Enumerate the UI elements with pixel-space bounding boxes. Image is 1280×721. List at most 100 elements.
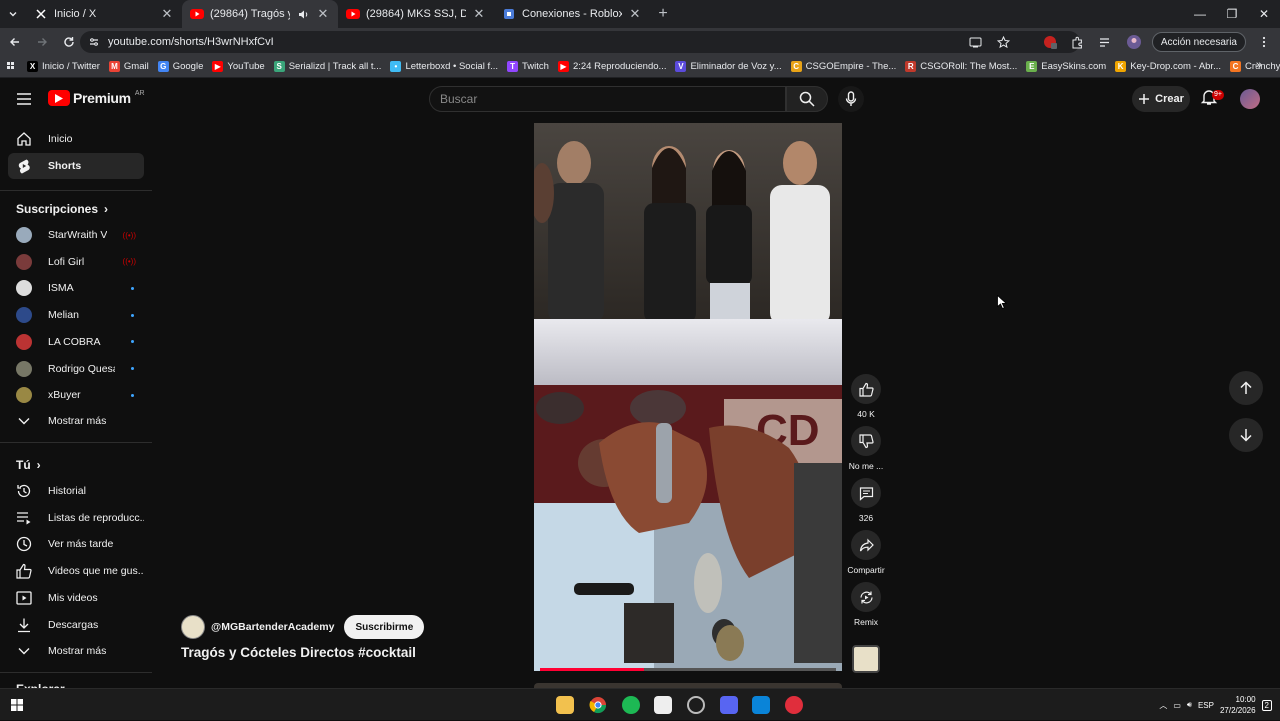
bookmark-item[interactable]: G Google (157, 61, 203, 72)
file-explorer-icon[interactable] (556, 696, 574, 714)
you-show-more[interactable]: Mostrar más (8, 638, 144, 664)
close-icon[interactable]: ✕ (316, 6, 330, 21)
previous-short-button[interactable] (1229, 371, 1263, 405)
media-control-icon[interactable] (1096, 32, 1116, 52)
sidebar-item-download[interactable]: Descargas (8, 612, 144, 638)
extension-adblock-icon[interactable] (1040, 32, 1060, 52)
sidebar-item-clock[interactable]: Ver más tarde (8, 531, 144, 557)
bookmark-favicon-icon: X (27, 61, 38, 72)
next-short-button[interactable] (1229, 418, 1263, 452)
short-video-player[interactable]: CD (534, 123, 842, 671)
youtube-premium-logo[interactable]: Premium AR (48, 90, 145, 106)
close-icon[interactable]: ✕ (472, 6, 486, 21)
action-needed-button[interactable]: Acción necesaria (1151, 32, 1246, 52)
subscription-item[interactable]: LA COBRA (8, 329, 144, 355)
search-button[interactable] (786, 86, 828, 112)
tray-overflow-icon[interactable]: ︿ (1159, 700, 1167, 711)
app-icon[interactable] (785, 696, 803, 714)
steam-icon[interactable] (687, 696, 705, 714)
tab-search-dropdown[interactable] (0, 0, 26, 28)
share-button[interactable]: Compartir (846, 530, 886, 575)
chrome-icon[interactable] (589, 696, 607, 714)
channel-name[interactable]: @MGBartenderAcademy (211, 621, 334, 633)
tab-roblox[interactable]: Conexiones - Roblox ✕ (494, 0, 650, 28)
subscription-item[interactable]: Lofi Girl ((•)) (8, 249, 144, 275)
menu-hamburger-icon[interactable] (14, 89, 34, 109)
bookmark-item[interactable]: K Key-Drop.com - Abr... (1115, 61, 1221, 72)
comments-button[interactable]: 326 (846, 478, 886, 523)
video-title[interactable]: Tragós y Cócteles Directos #cocktail (181, 645, 416, 660)
speaker-icon[interactable] (296, 7, 310, 21)
forward-icon[interactable] (30, 30, 54, 54)
remix-button[interactable]: Remix (846, 582, 886, 627)
subscription-item[interactable]: StarWraith Varie... ((•)) (8, 222, 144, 248)
back-icon[interactable] (3, 30, 27, 54)
store-icon[interactable] (752, 696, 770, 714)
subs-show-more[interactable]: Mostrar más (8, 408, 144, 434)
apps-grid-icon[interactable] (6, 61, 18, 73)
close-icon[interactable]: ✕ (628, 6, 642, 21)
bookmark-item[interactable]: ▶ 2:24 Reproduciendo... (557, 61, 666, 72)
tab-twitter[interactable]: Inicio / X ✕ (26, 0, 182, 28)
video-progress-bar[interactable] (540, 668, 836, 671)
subscriptions-header[interactable]: Suscripciones › (16, 202, 108, 216)
subscription-item[interactable]: ISMA (8, 275, 144, 301)
like-button[interactable]: 40 K (846, 374, 886, 419)
restore-icon[interactable]: ❐ (1216, 0, 1248, 28)
tab-youtube-short[interactable]: (29864) Tragós y Cócteles D ✕ (182, 0, 338, 28)
bookmark-item[interactable]: • Letterboxd • Social f... (390, 61, 498, 72)
discord-icon[interactable] (720, 696, 738, 714)
notification-center-icon[interactable]: 2 (1261, 699, 1272, 711)
tab-youtube-music[interactable]: (29864) MKS SSJ, DUKI - TU SIL ✕ (338, 0, 494, 28)
spotify-icon[interactable] (622, 696, 640, 714)
bookmark-label: Twitch (522, 61, 549, 72)
bookmark-item[interactable]: C CSGOEmpire - The... (790, 61, 896, 72)
bookmark-item[interactable]: ▶ YouTube (212, 61, 265, 72)
cast-icon[interactable] (966, 32, 986, 52)
network-icon[interactable]: ▭ (1173, 701, 1181, 710)
channel-avatar[interactable] (181, 615, 205, 639)
search-input[interactable]: Buscar (429, 86, 786, 112)
voice-search-button[interactable] (838, 86, 864, 112)
subscription-item[interactable]: Melian (8, 302, 144, 328)
browser-menu-icon[interactable] (1254, 32, 1274, 52)
sidebar-item-playlist[interactable]: Listas de reproducc... (8, 505, 144, 531)
site-info-icon[interactable] (88, 36, 100, 48)
bookmark-star-icon[interactable] (994, 32, 1014, 52)
sidebar-item-shorts[interactable]: Shorts (8, 153, 144, 179)
close-window-icon[interactable]: ✕ (1248, 0, 1280, 28)
progress-fill (540, 668, 644, 671)
you-header[interactable]: Tú › (16, 458, 41, 472)
close-icon[interactable]: ✕ (160, 6, 174, 21)
bookmark-item[interactable]: E EasySkins.com (1026, 61, 1106, 72)
reload-icon[interactable] (57, 30, 81, 54)
bookmark-item[interactable]: T Twitch (507, 61, 549, 72)
windows-start-icon[interactable] (8, 696, 26, 714)
subscription-item[interactable]: Rodrigo Quesada (8, 356, 144, 382)
bookmark-item[interactable]: X Inicio / Twitter (27, 61, 100, 72)
sound-avatar[interactable] (852, 645, 880, 673)
create-button[interactable]: Crear (1132, 86, 1190, 112)
bookmarks-overflow-icon[interactable]: » (1256, 59, 1262, 71)
account-avatar[interactable] (1240, 89, 1260, 109)
sidebar-item-like[interactable]: Videos que me gus... (8, 558, 144, 584)
notepad-icon[interactable] (654, 696, 672, 714)
sidebar-item-video[interactable]: Mis videos (8, 585, 144, 611)
bookmark-item[interactable]: V Eliminador de Voz y... (675, 61, 782, 72)
minimize-icon[interactable]: — (1184, 0, 1216, 28)
subscription-item[interactable]: xBuyer (8, 382, 144, 408)
keyboard-lang[interactable]: ESP (1198, 701, 1214, 710)
sidebar-item-inicio[interactable]: Inicio (8, 126, 144, 152)
url-field[interactable]: youtube.com/shorts/H3wrNHxfCvI (80, 31, 1080, 53)
sidebar-item-history[interactable]: Historial (8, 478, 144, 504)
volume-icon[interactable]: 🔊︎ (1187, 700, 1192, 710)
extensions-puzzle-icon[interactable] (1068, 32, 1088, 52)
bookmark-item[interactable]: R CSGORoll: The Most... (905, 61, 1017, 72)
profile-avatar-icon[interactable] (1124, 32, 1144, 52)
bookmark-item[interactable]: M Gmail (108, 61, 149, 72)
subscribe-button[interactable]: Suscribirme (344, 615, 425, 639)
dislike-button[interactable]: No me ... (846, 426, 886, 471)
bookmark-item[interactable]: S Serializd | Track all t... (273, 61, 381, 72)
new-tab-button[interactable]: + (650, 1, 676, 27)
clock[interactable]: 10:00 27/2/2026 (1220, 694, 1256, 716)
